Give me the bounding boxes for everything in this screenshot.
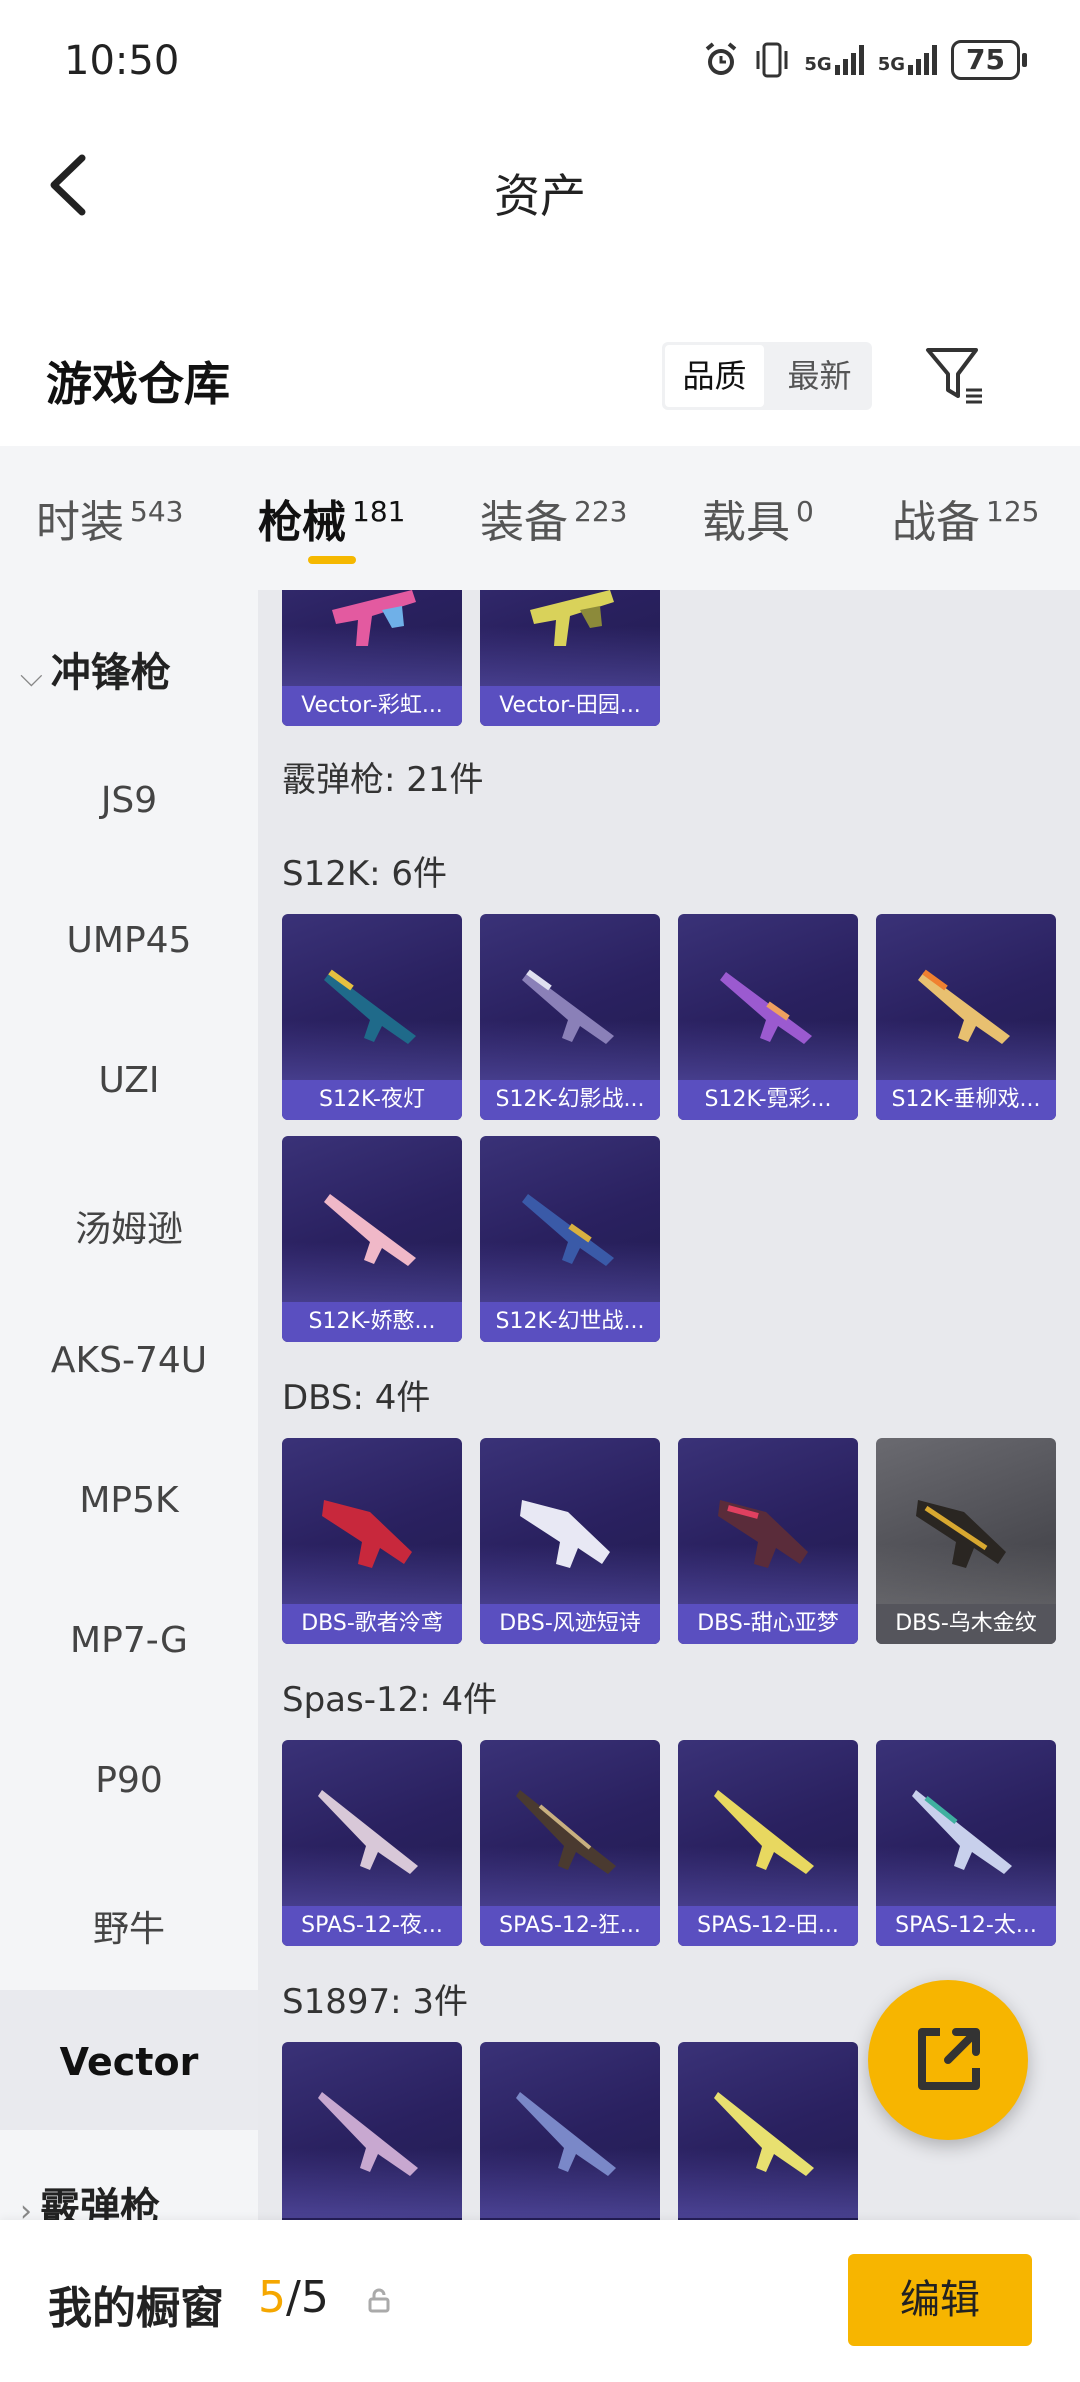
s12k-skin-icon bbox=[720, 972, 812, 1044]
spas12-skin-icon bbox=[516, 1790, 616, 1874]
sort-toggle: 品质 最新 bbox=[662, 342, 872, 410]
spas12-skin-icon bbox=[912, 1790, 1012, 1874]
sidebar-item-js9[interactable]: JS9 bbox=[0, 780, 258, 821]
category-tabs: 时装 543 枪械 181 装备 223 载具 0 战备 125 bbox=[0, 446, 1080, 590]
item-card[interactable] bbox=[282, 2042, 462, 2220]
item-card[interactable]: S12K-娇憨... bbox=[282, 1136, 462, 1342]
dbs-skin-icon bbox=[718, 1500, 808, 1568]
tab-fashion[interactable]: 时装 543 bbox=[36, 486, 183, 550]
item-card[interactable]: S12K-夜灯 bbox=[282, 914, 462, 1120]
vibrate-icon bbox=[756, 42, 788, 78]
item-grid: Vector-彩虹... Vector-田园... 霰弹枪: 21件 S12K:… bbox=[258, 590, 1080, 2220]
s12k-skin-icon bbox=[324, 1194, 416, 1266]
share-external-icon bbox=[918, 2028, 980, 2090]
dbs-skin-icon bbox=[322, 1500, 412, 1568]
item-card[interactable] bbox=[678, 2042, 858, 2220]
item-card[interactable]: DBS-风迹短诗 bbox=[480, 1438, 660, 1644]
active-tab-indicator bbox=[308, 556, 356, 564]
item-card[interactable] bbox=[480, 2042, 660, 2220]
lock-icon bbox=[368, 2288, 390, 2313]
edit-button[interactable]: 编辑 bbox=[848, 2254, 1032, 2346]
sidebar-item-uzi[interactable]: UZI bbox=[0, 1060, 258, 1101]
showcase-count: 5/5 bbox=[258, 2272, 329, 2323]
filter-button[interactable] bbox=[920, 340, 990, 410]
s1897-skin-icon bbox=[318, 2092, 418, 2176]
alarm-icon bbox=[706, 42, 737, 75]
warehouse-title: 游戏仓库 bbox=[46, 357, 230, 411]
item-card[interactable]: SPAS-12-夜... bbox=[282, 1740, 462, 1946]
signal-5g-icon-2: 5G bbox=[878, 45, 938, 75]
item-card[interactable]: S12K-幻世战... bbox=[480, 1136, 660, 1342]
item-card[interactable]: S12K-垂柳戏... bbox=[876, 914, 1056, 1120]
status-icons: 5G 5G 75 bbox=[702, 40, 1027, 80]
tab-supplies[interactable]: 战备 125 bbox=[892, 486, 1039, 550]
item-card[interactable]: Vector-彩虹... bbox=[282, 590, 462, 726]
sidebar-group-smg[interactable]: ⌵ 冲锋枪 bbox=[20, 640, 171, 698]
share-fab-button[interactable] bbox=[868, 1980, 1028, 2140]
chevron-right-icon: › bbox=[20, 2194, 32, 2220]
battery-icon: 75 bbox=[951, 40, 1027, 80]
vector-skin-icon bbox=[530, 590, 614, 646]
s12k-skin-icon bbox=[918, 969, 1010, 1044]
sidebar-item-vector[interactable]: Vector bbox=[0, 2040, 258, 2084]
showcase-label: 我的橱窗 bbox=[48, 2283, 224, 2334]
sidebar-item-mp7g[interactable]: MP7-G bbox=[0, 1620, 258, 1661]
sidebar-item-ump45[interactable]: UMP45 bbox=[0, 920, 258, 961]
s12k-skin-icon bbox=[324, 969, 416, 1044]
sidebar-item-aks74u[interactable]: AKS-74U bbox=[0, 1340, 258, 1381]
tab-firearms[interactable]: 枪械 181 bbox=[258, 486, 405, 550]
spas12-skin-icon bbox=[714, 1790, 814, 1874]
s12k-skin-icon bbox=[522, 1194, 614, 1266]
item-card[interactable]: SPAS-12-田... bbox=[678, 1740, 858, 1946]
sort-quality-option[interactable]: 品质 bbox=[665, 345, 764, 407]
chevron-down-icon: ⌵ bbox=[20, 659, 43, 694]
page-title: 资产 bbox=[494, 169, 586, 223]
status-time: 10:50 bbox=[64, 38, 180, 84]
item-card[interactable]: SPAS-12-狂... bbox=[480, 1740, 660, 1946]
dbs-skin-icon bbox=[916, 1500, 1006, 1568]
sidebar-group-shotgun[interactable]: › 霰弹枪 bbox=[20, 2175, 160, 2220]
s1897-skin-icon bbox=[714, 2092, 814, 2176]
sidebar-item-bizon[interactable]: 野牛 bbox=[0, 1900, 258, 1952]
item-card[interactable]: S12K-霓彩... bbox=[678, 914, 858, 1120]
group-label-spas12: Spas-12: 4件 bbox=[282, 1680, 498, 1720]
group-label-dbs: DBS: 4件 bbox=[282, 1378, 431, 1418]
sidebar-item-mp5k[interactable]: MP5K bbox=[0, 1480, 258, 1521]
item-card[interactable]: Vector-田园... bbox=[480, 590, 660, 726]
sidebar-item-p90[interactable]: P90 bbox=[0, 1760, 258, 1801]
item-card[interactable]: DBS-歌者泠鸢 bbox=[282, 1438, 462, 1644]
spas12-skin-icon bbox=[318, 1790, 418, 1874]
group-label-s12k: S12K: 6件 bbox=[282, 854, 448, 894]
item-card[interactable]: DBS-乌木金纹 bbox=[876, 1438, 1056, 1644]
item-card[interactable]: SPAS-12-太... bbox=[876, 1740, 1056, 1946]
dbs-skin-icon bbox=[520, 1500, 610, 1568]
group-label-s1897: S1897: 3件 bbox=[282, 1982, 469, 2022]
category-header: 霰弹枪: 21件 bbox=[282, 760, 484, 800]
vector-skin-icon bbox=[332, 590, 416, 646]
showcase-bar: 我的橱窗 5/5 编辑 bbox=[0, 2220, 1080, 2382]
tab-equipment[interactable]: 装备 223 bbox=[480, 486, 627, 550]
sidebar: ⌵ 冲锋枪 JS9 UMP45 UZI 汤姆逊 AKS-74U MP5K MP7-… bbox=[0, 590, 258, 2220]
sidebar-item-thompson[interactable]: 汤姆逊 bbox=[0, 1200, 258, 1252]
status-bar: 10:50 5G 5G 75 bbox=[0, 0, 1080, 120]
s12k-skin-icon bbox=[522, 969, 614, 1044]
signal-5g-icon: 5G bbox=[804, 45, 864, 75]
s1897-skin-icon bbox=[516, 2092, 616, 2176]
item-card[interactable]: S12K-幻影战... bbox=[480, 914, 660, 1120]
tab-vehicles[interactable]: 载具 0 bbox=[702, 486, 814, 550]
filter-icon bbox=[926, 348, 982, 404]
sort-newest-option[interactable]: 最新 bbox=[770, 345, 869, 407]
item-card[interactable]: DBS-甜心亚梦 bbox=[678, 1438, 858, 1644]
